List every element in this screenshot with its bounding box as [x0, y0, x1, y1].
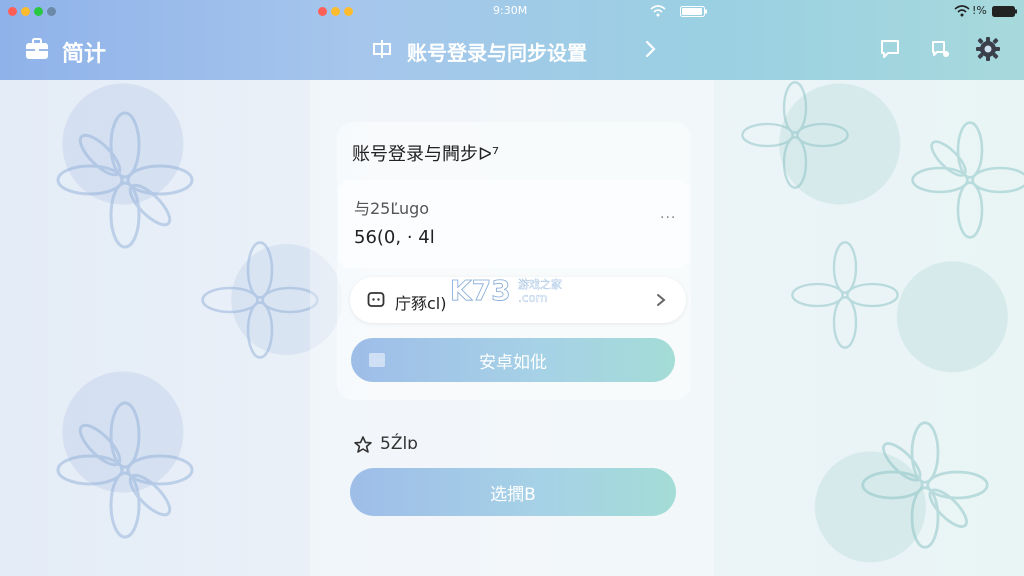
favorite-label: 5Źlɒ [380, 434, 418, 454]
page-title: 账号登录与同步设置 [407, 41, 587, 65]
flower-decoration [56, 111, 194, 249]
notification-icon[interactable] [929, 38, 951, 60]
status-time: 9:30M [493, 4, 528, 17]
battery-icon [992, 6, 1017, 17]
primary-button[interactable]: 安卓如仳 [351, 338, 675, 382]
chevron-right-icon[interactable] [653, 292, 669, 308]
battery-percent-text: !% [972, 4, 987, 17]
briefcase-icon [26, 38, 48, 59]
window-close-dot[interactable] [318, 7, 327, 16]
watermark-sub: 游戏之家 [518, 277, 562, 291]
account-value: 56(0, · 4l [354, 227, 435, 248]
selector-label: 庁豩cl) [395, 294, 447, 313]
window-close-dot[interactable] [8, 7, 17, 16]
flower-decoration [56, 401, 194, 539]
flower-decoration [741, 81, 849, 189]
status-bar: 9:30M !% [0, 0, 1024, 22]
sync-icon[interactable] [371, 38, 393, 60]
more-icon[interactable]: ··· [660, 210, 676, 226]
account-sub-label: 与25Ľugo [354, 199, 430, 218]
flower-decoration [201, 241, 319, 359]
secondary-button-label: 选撋B [490, 484, 536, 505]
wifi-icon [650, 5, 666, 17]
window-minimize-dot[interactable] [21, 7, 30, 16]
app-brand: 简计 [62, 42, 107, 67]
flower-decoration [791, 241, 899, 349]
flower-decoration [911, 121, 1024, 239]
chevron-right-icon[interactable] [640, 38, 662, 60]
gear-icon[interactable] [975, 36, 1001, 62]
watermark-brand: K73 [450, 274, 511, 307]
window-minimize-dot[interactable] [331, 7, 340, 16]
battery-icon [680, 6, 707, 17]
star-icon[interactable] [353, 435, 373, 455]
account-info-box[interactable] [338, 180, 689, 268]
secondary-button[interactable]: 选撋B [350, 468, 676, 516]
window-extra-dot [47, 7, 56, 16]
primary-button-label: 安卓如仳 [479, 352, 547, 373]
window-zoom-dot[interactable] [344, 7, 353, 16]
wifi-icon [954, 5, 970, 17]
watermark-logo: K73 游戏之家 .com [450, 274, 563, 308]
window-zoom-dot[interactable] [34, 7, 43, 16]
watermark-domain: .com [518, 291, 547, 305]
device-icon [369, 353, 385, 367]
chat-icon [367, 292, 385, 307]
message-icon[interactable] [879, 38, 901, 60]
flower-decoration [861, 421, 989, 549]
card-title: 账号登录与闁步ᐅ⁷ [352, 144, 500, 165]
